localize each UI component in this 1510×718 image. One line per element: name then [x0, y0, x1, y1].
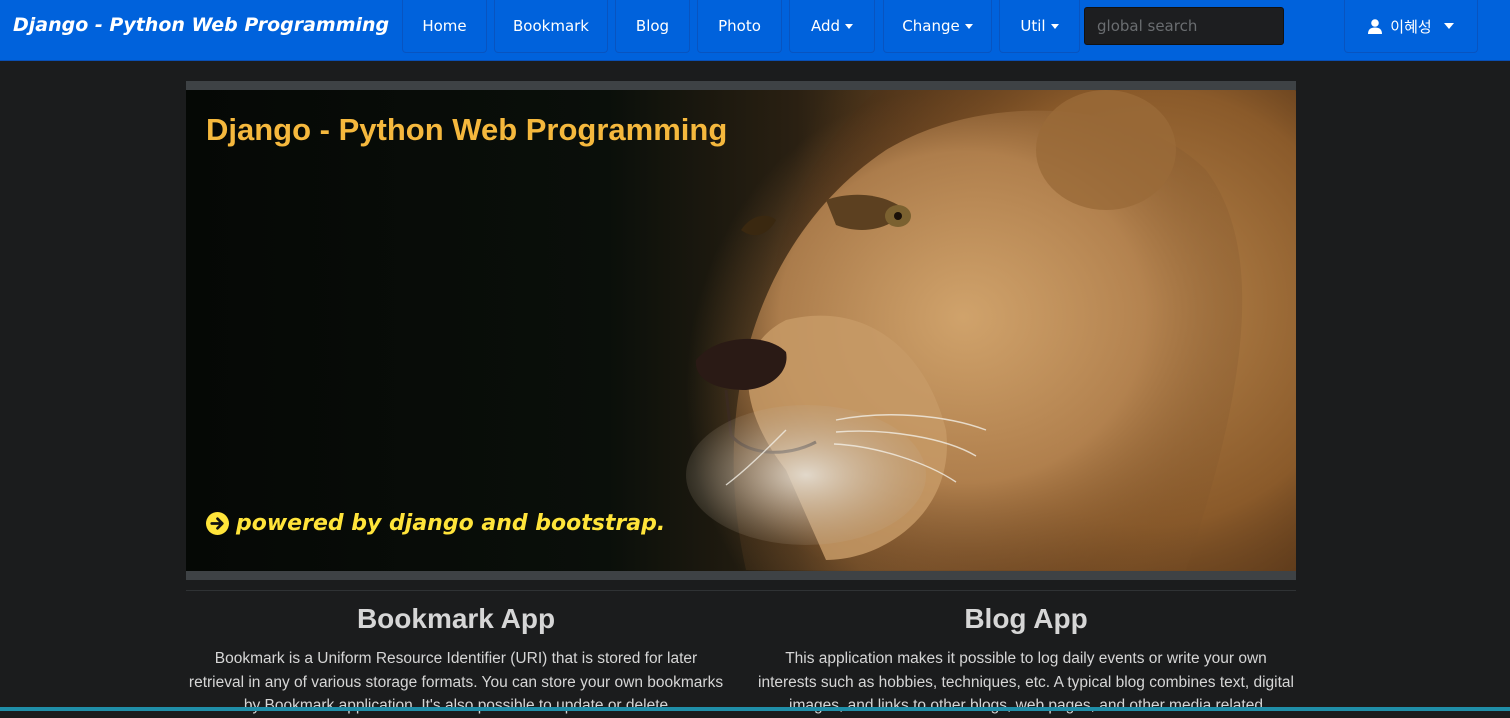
user-name: 이혜성 [1390, 17, 1432, 36]
top-navbar: Django - Python Web Programming Home Boo… [0, 0, 1510, 61]
nav-bookmark[interactable]: Bookmark [494, 0, 608, 53]
caret-down-icon [845, 23, 854, 29]
hero-banner: Django - Python Web Programming powered … [186, 81, 1296, 580]
nav-change-dropdown[interactable]: Change [883, 0, 992, 53]
nav-add-label: Add [810, 17, 841, 35]
nav-add-dropdown[interactable]: Add [789, 0, 875, 53]
nav-util-dropdown[interactable]: Util [999, 0, 1080, 53]
arrow-circle-right-icon [206, 512, 229, 535]
bookmark-app-title: Bookmark App [356, 603, 556, 634]
hero-image: Django - Python Web Programming powered … [186, 90, 1296, 571]
hero-tagline: powered by django and bootstrap. [206, 511, 665, 536]
nav-util-label: Util [1020, 17, 1046, 35]
nav-home-label: Home [422, 17, 467, 35]
nav-bookmark-label: Bookmark [513, 17, 589, 35]
bookmark-app-section: Bookmark App Bookmark is a Uniform Resou… [186, 603, 726, 718]
blog-app-section: Blog App This application makes it possi… [756, 603, 1296, 718]
hero-tagline-text: powered by django and bootstrap. [236, 511, 666, 536]
caret-down-icon [1443, 23, 1454, 29]
nav-home[interactable]: Home [402, 0, 487, 53]
brand-link[interactable]: Django - Python Web Programming [13, 14, 389, 36]
hero-title: Django - Python Web Programming [206, 112, 728, 147]
nav-blog[interactable]: Blog [615, 0, 690, 53]
nav-change-label: Change [902, 17, 960, 35]
user-menu-dropdown[interactable]: 이혜성 [1344, 0, 1478, 53]
bottom-edge [0, 707, 1510, 711]
blog-app-title: Blog App [964, 603, 1088, 634]
nav-photo[interactable]: Photo [697, 0, 782, 53]
section-divider [186, 590, 1296, 591]
lion-photo [686, 90, 1296, 571]
user-icon [1368, 18, 1383, 34]
nav-blog-label: Blog [635, 17, 670, 35]
caret-down-icon [964, 23, 973, 29]
caret-down-icon [1050, 23, 1059, 29]
global-search-input[interactable] [1084, 7, 1284, 45]
nav-photo-label: Photo [718, 17, 761, 35]
